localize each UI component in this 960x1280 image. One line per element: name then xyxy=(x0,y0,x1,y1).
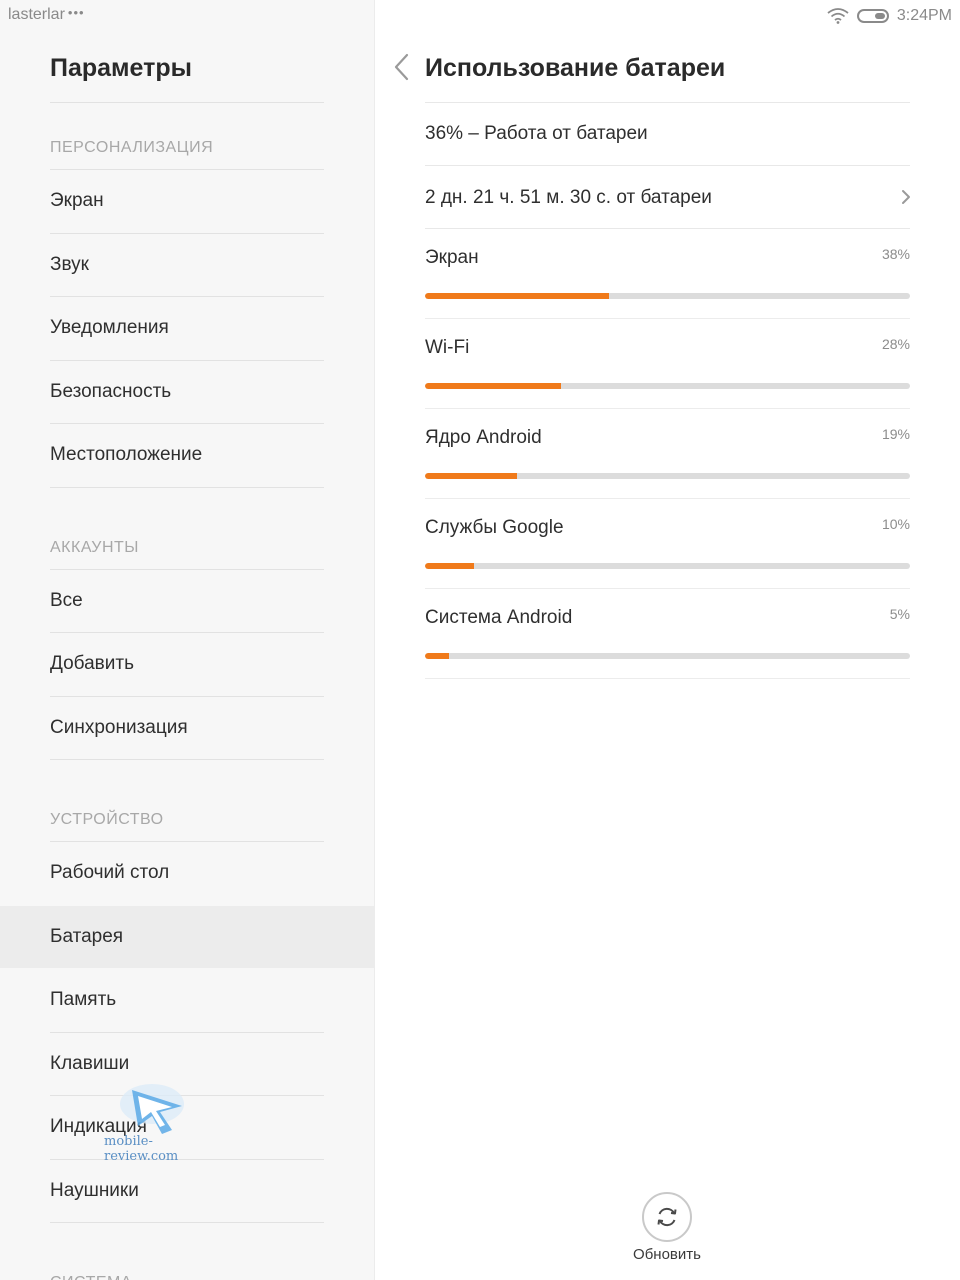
sidebar: lasterlar ••• Параметры ПЕРСОНАЛИЗАЦИЯ Эк… xyxy=(0,0,375,1280)
sidebar-item-all-accounts[interactable]: Все xyxy=(0,570,374,633)
usage-progress-bar xyxy=(425,383,910,389)
sidebar-item-sync[interactable]: Синхронизация xyxy=(0,697,374,760)
page-title: Использование батареи xyxy=(425,54,726,82)
usage-item-name: Система Android xyxy=(425,607,573,628)
usage-progress-fill xyxy=(425,653,450,659)
usage-item-name: Wi-Fi xyxy=(425,337,470,358)
usage-item[interactable]: Экран 38% xyxy=(425,229,910,319)
refresh-label: Обновить xyxy=(633,1246,701,1263)
section-header-system: СИСТЕМА xyxy=(0,1223,374,1280)
watermark-logo-icon xyxy=(120,1084,184,1134)
sidebar-title: Параметры xyxy=(50,54,192,82)
section-header-personalization: ПЕРСОНАЛИЗАЦИЯ xyxy=(50,139,214,156)
usage-item[interactable]: Службы Google 10% xyxy=(425,499,910,589)
usage-progress-bar xyxy=(425,473,910,479)
sidebar-item-sound[interactable]: Звук xyxy=(0,234,374,297)
carrier-name: lasterlar xyxy=(8,6,65,23)
usage-item-percent: 38% xyxy=(881,246,910,262)
watermark: mobile-review.com xyxy=(102,1082,212,1164)
refresh-button[interactable] xyxy=(642,1192,692,1242)
battery-time-row[interactable]: 2 дн. 21 ч. 51 м. 30 с. от батареи xyxy=(425,187,712,209)
chevron-right-icon xyxy=(902,190,910,204)
section-header-device: УСТРОЙСТВО xyxy=(50,811,164,828)
sidebar-item-security[interactable]: Безопасность xyxy=(0,361,374,424)
sidebar-item-notifications[interactable]: Уведомления xyxy=(0,297,374,360)
usage-item-percent: 10% xyxy=(881,516,910,532)
sidebar-item-location[interactable]: Местоположение xyxy=(0,424,374,487)
usage-progress-bar xyxy=(425,653,910,659)
usage-progress-fill xyxy=(425,383,561,389)
usage-item-name: Службы Google xyxy=(425,517,564,538)
battery-usage-pane: Использование батареи 36% – Работа от ба… xyxy=(375,0,960,1280)
usage-item-name: Ядро Android xyxy=(425,427,542,448)
divider xyxy=(425,102,910,103)
watermark-text: mobile-review.com xyxy=(104,1134,179,1164)
carrier-label: lasterlar ••• xyxy=(8,5,85,24)
usage-item[interactable]: Система Android 5% xyxy=(425,589,910,679)
divider xyxy=(425,678,910,679)
sidebar-item-add-account[interactable]: Добавить xyxy=(0,633,374,696)
usage-progress-fill xyxy=(425,473,518,479)
sidebar-item-screen[interactable]: Экран xyxy=(0,170,374,233)
refresh-icon xyxy=(657,1207,677,1227)
usage-progress-fill xyxy=(425,563,474,569)
usage-item-name: Экран xyxy=(425,247,479,268)
back-button[interactable] xyxy=(391,52,413,82)
usage-progress-bar xyxy=(425,563,910,569)
battery-level-text: 36% – Работа от батареи xyxy=(425,123,648,144)
settings-screen: lasterlar ••• Параметры ПЕРСОНАЛИЗАЦИЯ Эк… xyxy=(0,0,960,1280)
usage-progress-fill xyxy=(425,293,610,299)
sidebar-item-battery[interactable]: Батарея xyxy=(0,905,374,968)
carrier-dots: ••• xyxy=(67,5,85,20)
section-header-accounts: АККАУНТЫ xyxy=(50,538,139,556)
usage-item-percent: 19% xyxy=(881,426,910,442)
usage-item[interactable]: Ядро Android 19% xyxy=(425,409,910,499)
chevron-left-icon xyxy=(394,53,409,81)
usage-item-percent: 28% xyxy=(881,336,910,352)
usage-progress-bar xyxy=(425,293,910,299)
usage-item-percent: 5% xyxy=(889,606,910,622)
sidebar-item-headphones[interactable]: Наушники xyxy=(0,1160,374,1223)
sidebar-item-desktop[interactable]: Рабочий стол xyxy=(0,842,374,905)
usage-item[interactable]: Wi-Fi 28% xyxy=(425,319,910,409)
divider xyxy=(425,165,910,166)
sidebar-item-storage[interactable]: Память xyxy=(0,969,374,1032)
